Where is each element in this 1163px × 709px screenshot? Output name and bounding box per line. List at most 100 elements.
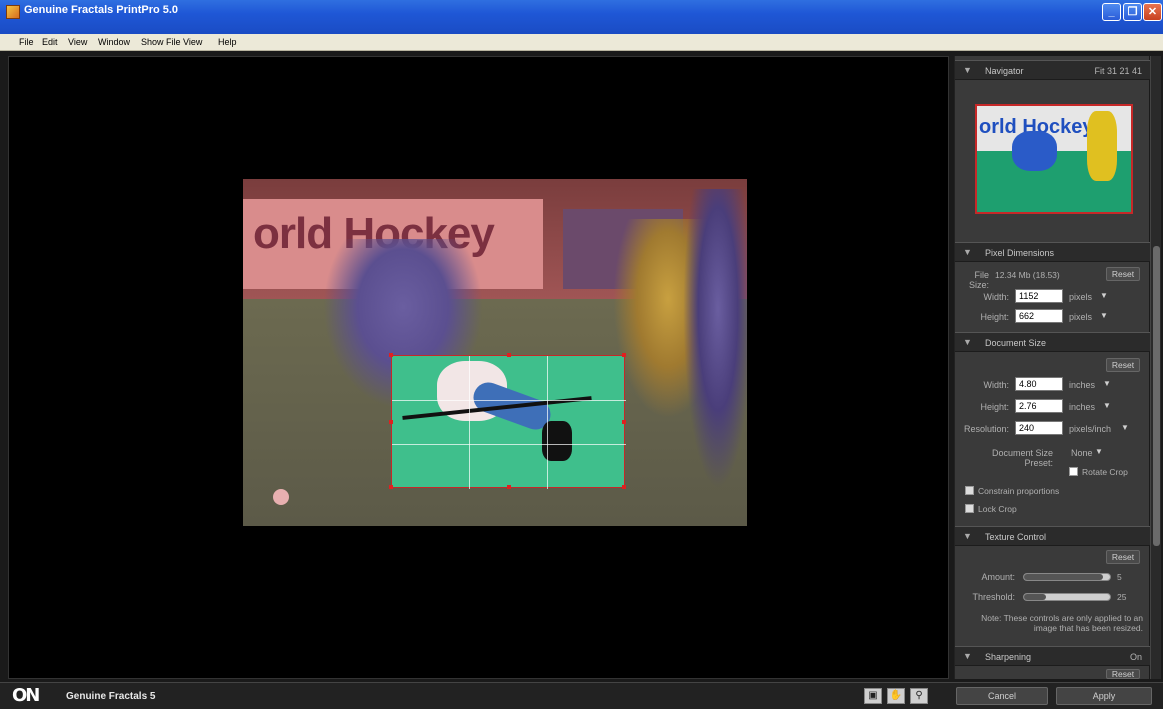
crop-tool-icon[interactable]: ▣	[864, 688, 882, 704]
pixel-width-label: Width:	[983, 292, 1009, 302]
doc-width-label: Width:	[983, 380, 1009, 390]
scrollbar-thumb[interactable]	[1153, 246, 1160, 546]
pixel-height-label: Height:	[980, 312, 1009, 322]
threshold-slider-fill	[1024, 594, 1046, 600]
constrain-proportions-checkbox[interactable]	[965, 486, 974, 495]
dropdown-arrow-icon[interactable]: ▼	[1100, 311, 1108, 320]
collapse-triangle-icon: ▼	[963, 247, 972, 257]
doc-height-unit[interactable]: inches	[1069, 402, 1095, 412]
texture-reset-button[interactable]: Reset	[1106, 550, 1140, 564]
sharpening-toggle[interactable]: On	[1130, 652, 1142, 662]
dropdown-arrow-icon[interactable]: ▼	[1103, 379, 1111, 388]
document-size-preset-label: Document Size Preset:	[991, 448, 1053, 468]
rotate-crop-label: Rotate Crop	[1082, 467, 1128, 477]
crop-grid-line	[392, 444, 626, 445]
settings-panel: ▼ Navigator Fit 31 21 41 orld Hockey ▼ P…	[954, 56, 1150, 679]
doc-height-label: Height:	[980, 402, 1009, 412]
rotate-crop-checkbox[interactable]	[1069, 467, 1078, 476]
sharpening-reset-button[interactable]: Reset	[1106, 669, 1140, 679]
dropdown-arrow-icon[interactable]: ▼	[1095, 447, 1103, 456]
dropdown-arrow-icon[interactable]: ▼	[1121, 423, 1129, 432]
threshold-slider[interactable]	[1023, 593, 1111, 601]
cancel-button[interactable]: Cancel	[956, 687, 1048, 705]
app-name: Genuine Fractals 5	[66, 691, 156, 702]
crop-handle[interactable]	[507, 485, 511, 489]
document-size-preset-select[interactable]: None	[1071, 448, 1093, 458]
amount-slider[interactable]	[1023, 573, 1111, 581]
pixel-width-input[interactable]: 1152	[1015, 289, 1063, 303]
threshold-value: 25	[1117, 592, 1127, 602]
sharpening-header[interactable]: ▼ Sharpening On	[955, 646, 1150, 666]
minimize-button[interactable]: _	[1102, 3, 1121, 21]
menu-bar: File Edit View Window Show File View Hel…	[0, 34, 1163, 51]
document-size-header[interactable]: ▼ Document Size	[955, 332, 1150, 352]
document-size-reset-button[interactable]: Reset	[1106, 358, 1140, 372]
apply-button[interactable]: Apply	[1056, 687, 1152, 705]
bottom-bar: ON Genuine Fractals 5 ▣ ✋ ⚲ Cancel Apply	[0, 682, 1163, 709]
image-player-right	[683, 189, 747, 489]
amount-slider-fill	[1024, 574, 1104, 580]
crop-handle[interactable]	[507, 353, 511, 357]
crop-grid-line	[469, 356, 470, 489]
app-icon	[6, 5, 20, 19]
crop-rectangle[interactable]	[389, 353, 626, 489]
texture-control-header[interactable]: ▼ Texture Control	[955, 526, 1150, 546]
crop-grid-line	[392, 400, 626, 401]
dropdown-arrow-icon[interactable]: ▼	[1103, 401, 1111, 410]
restore-button[interactable]: ❒	[1123, 3, 1142, 21]
collapse-triangle-icon: ▼	[963, 337, 972, 347]
menu-show-file-view[interactable]: Show File View	[141, 37, 202, 47]
pixel-dimensions-header[interactable]: ▼ Pixel Dimensions	[955, 242, 1150, 262]
crop-handle[interactable]	[389, 420, 393, 424]
crop-handle[interactable]	[622, 420, 626, 424]
pixel-height-input[interactable]: 662	[1015, 309, 1063, 323]
resolution-unit[interactable]: pixels/inch	[1069, 424, 1111, 434]
navigator-header[interactable]: ▼ Navigator Fit 31 21 41	[955, 60, 1150, 80]
title-bar: Genuine Fractals PrintPro 5.0 _ ❒ ✕	[0, 0, 1163, 34]
doc-width-unit[interactable]: inches	[1069, 380, 1095, 390]
close-button[interactable]: ✕	[1143, 3, 1162, 21]
crop-handle[interactable]	[389, 485, 393, 489]
constrain-proportions-label: Constrain proportions	[978, 486, 1060, 496]
thumb-player-yellow	[1087, 111, 1117, 181]
navigator-title: Navigator	[985, 66, 1024, 76]
navigator-zoom: Fit 31 21 41	[1094, 66, 1142, 76]
onone-logo: ON	[12, 685, 40, 706]
pixel-height-unit[interactable]: pixels	[1069, 312, 1092, 322]
menu-view[interactable]: View	[68, 37, 87, 47]
hand-tool-icon[interactable]: ✋	[887, 688, 905, 704]
amount-value: 5	[1117, 572, 1122, 582]
thumb-player	[1012, 131, 1057, 171]
resolution-input[interactable]: 240	[1015, 421, 1063, 435]
navigator-thumbnail[interactable]: orld Hockey	[975, 104, 1133, 214]
window-title: Genuine Fractals PrintPro 5.0	[24, 4, 179, 16]
panel-scrollbar[interactable]	[1150, 56, 1161, 679]
menu-help[interactable]: Help	[218, 37, 237, 47]
pixel-dimensions-reset-button[interactable]: Reset	[1106, 267, 1140, 281]
texture-control-title: Texture Control	[985, 532, 1047, 542]
collapse-triangle-icon: ▼	[963, 531, 972, 541]
pixel-dimensions-title: Pixel Dimensions	[985, 248, 1055, 258]
zoom-tool-icon[interactable]: ⚲	[910, 688, 928, 704]
menu-window[interactable]: Window	[98, 37, 130, 47]
crop-handle[interactable]	[622, 485, 626, 489]
lock-crop-checkbox[interactable]	[965, 504, 974, 513]
resolution-label: Resolution:	[963, 424, 1009, 434]
collapse-triangle-icon: ▼	[963, 65, 972, 75]
threshold-label: Threshold:	[972, 592, 1015, 602]
sharpening-title: Sharpening	[985, 652, 1032, 662]
dropdown-arrow-icon[interactable]: ▼	[1100, 291, 1108, 300]
menu-edit[interactable]: Edit	[42, 37, 58, 47]
doc-height-input[interactable]: 2.76	[1015, 399, 1063, 413]
crop-handle[interactable]	[622, 353, 626, 357]
collapse-triangle-icon: ▼	[963, 651, 972, 661]
crop-handle[interactable]	[389, 353, 393, 357]
image-ball	[273, 489, 289, 505]
lock-crop-label: Lock Crop	[978, 504, 1017, 514]
file-size-label: File Size:	[968, 270, 989, 290]
doc-width-input[interactable]: 4.80	[1015, 377, 1063, 391]
document-size-title: Document Size	[985, 338, 1047, 348]
texture-note: Note: These controls are only applied to…	[981, 613, 1143, 633]
menu-file[interactable]: File	[19, 37, 34, 47]
pixel-width-unit[interactable]: pixels	[1069, 292, 1092, 302]
